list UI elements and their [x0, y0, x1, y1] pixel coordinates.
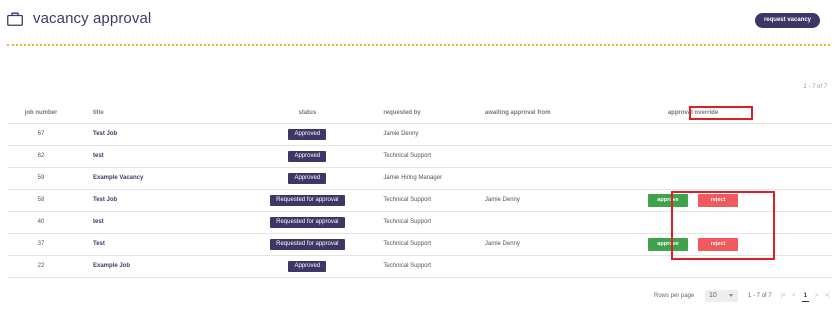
column-header-requested-by[interactable]: requested by — [376, 103, 484, 124]
status-cell: Requested for approval — [238, 189, 377, 212]
header-divider — [7, 44, 830, 46]
column-header-status[interactable]: status — [238, 103, 377, 124]
rows-per-page-select[interactable]: 10 — [705, 290, 738, 302]
job-title-link[interactable]: Example Job — [73, 255, 239, 278]
approval-override-cell — [648, 123, 832, 146]
status-badge: Approved — [288, 150, 327, 162]
job-title-link[interactable]: test — [73, 145, 239, 168]
awaiting-approval-cell: Jamie Denny — [483, 233, 648, 256]
status-badge: Requested for approval — [270, 194, 345, 206]
status-cell: Approved — [238, 167, 377, 190]
approval-override-cell — [648, 145, 832, 168]
awaiting-approval-cell — [483, 255, 648, 278]
caret-down-icon — [729, 294, 733, 297]
page-title: vacancy approval — [33, 10, 152, 27]
job-number-cell: 40 — [8, 211, 74, 234]
approval-override-header-highlight — [689, 106, 753, 120]
awaiting-approval-cell: Jamie Denny — [483, 189, 648, 212]
job-title-link[interactable]: Test Job — [73, 189, 239, 212]
job-title-link[interactable]: Test — [73, 233, 239, 256]
requested-by-cell: Technical Support — [376, 255, 484, 278]
job-title-link[interactable]: Test Job — [73, 123, 239, 146]
pagination-range-top: 1 - 7 of 7 — [803, 84, 827, 90]
approval-override-cell — [648, 167, 832, 190]
column-header-awaiting-approval-from[interactable]: awaiting approval from — [483, 103, 648, 124]
requested-by-cell: Technical Support — [376, 233, 484, 256]
table-row[interactable]: 62 test Approved Technical Support — [8, 145, 832, 168]
column-header-job-number[interactable]: job number — [8, 103, 74, 124]
status-cell: Approved — [238, 255, 377, 278]
requested-by-cell: Technical Support — [376, 211, 484, 234]
first-page-icon[interactable]: |< — [781, 293, 786, 302]
last-page-icon[interactable]: >| — [824, 293, 829, 302]
status-cell: Approved — [238, 123, 377, 146]
job-number-cell: 22 — [8, 255, 74, 278]
next-page-icon[interactable]: > — [815, 293, 819, 302]
page-header: vacancy approval — [7, 10, 151, 27]
requested-by-cell: Jamie Denny — [376, 123, 484, 146]
column-header-title[interactable]: title — [73, 103, 239, 124]
status-badge: Approved — [288, 128, 327, 140]
requested-by-cell: Jamie Hiring Manager — [376, 167, 484, 190]
job-title-link[interactable]: Example Vacancy — [73, 167, 239, 190]
awaiting-approval-cell — [483, 167, 648, 190]
job-number-cell: 37 — [8, 233, 74, 256]
requested-by-cell: Technical Support — [376, 145, 484, 168]
table-row[interactable]: 59 Example Vacancy Approved Jamie Hiring Ma… — [8, 167, 832, 190]
job-number-cell: 58 — [8, 189, 74, 212]
status-cell: Requested for approval — [238, 211, 377, 234]
rows-per-page-label: Rows per page — [654, 293, 695, 299]
table-row[interactable]: 67 Test Job Approved Jamie Denny — [8, 123, 832, 146]
job-number-cell: 67 — [8, 123, 74, 146]
awaiting-approval-cell — [483, 123, 648, 146]
page-number-current[interactable]: 1 — [801, 293, 809, 302]
status-badge: Requested for approval — [270, 216, 345, 228]
requested-by-cell: Technical Support — [376, 189, 484, 212]
status-badge: Approved — [288, 260, 327, 272]
job-number-cell: 59 — [8, 167, 74, 190]
status-cell: Requested for approval — [238, 233, 377, 256]
job-number-cell: 62 — [8, 145, 74, 168]
awaiting-approval-cell — [483, 211, 648, 234]
status-badge: Requested for approval — [270, 238, 345, 250]
rows-per-page-value: 10 — [709, 292, 717, 299]
request-vacancy-button[interactable]: request vacancy — [754, 13, 820, 28]
awaiting-approval-cell — [483, 145, 648, 168]
pagination-range: 1 - 7 of 7 — [748, 293, 772, 299]
table-footer: Rows per page 10 1 - 7 of 7 |< < 1 > >| — [0, 290, 840, 303]
status-cell: Approved — [238, 145, 377, 168]
briefcase-icon — [7, 12, 23, 26]
prev-page-icon[interactable]: < — [792, 293, 796, 302]
status-badge: Approved — [288, 172, 327, 184]
pagination: |< < 1 > >| — [781, 293, 830, 302]
job-title-link[interactable]: test — [73, 211, 239, 234]
override-actions-highlight — [671, 191, 775, 260]
